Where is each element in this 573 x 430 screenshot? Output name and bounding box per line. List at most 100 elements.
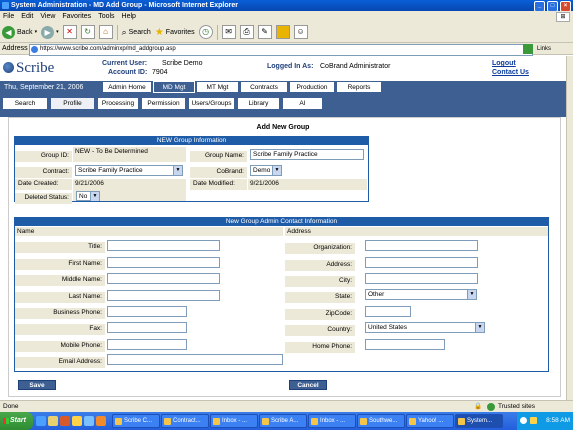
menu-bar: File Edit View Favorites Tools Help: [0, 11, 573, 22]
fax-input[interactable]: [107, 322, 187, 333]
taskbar-item[interactable]: Southwe...: [357, 414, 405, 428]
city-label: City:: [285, 276, 355, 287]
history-icon[interactable]: ◷: [198, 25, 213, 39]
taskbar-item[interactable]: Inbox - ...: [308, 414, 356, 428]
search-button[interactable]: ⌕ Search: [122, 24, 151, 41]
tab-library[interactable]: Library: [237, 97, 280, 110]
address-column-header: Address: [285, 227, 548, 236]
forward-button[interactable]: ▶ ▾: [41, 24, 59, 41]
logout-link[interactable]: Logout: [492, 60, 516, 67]
go-button[interactable]: [523, 44, 533, 54]
group-name-label: Group Name:: [190, 151, 247, 162]
quicklaunch-desktop-icon[interactable]: [84, 416, 94, 426]
business-phone-input[interactable]: [107, 306, 187, 317]
address-input[interactable]: https://www.scribe.com/adminxp/md_addgro…: [29, 44, 533, 56]
tab-users-groups[interactable]: Users/Groups: [188, 97, 235, 110]
middle-name-input[interactable]: [107, 273, 220, 284]
organization-label: Organization:: [285, 243, 355, 254]
window-icon: [311, 418, 318, 425]
tab-permission[interactable]: Permission: [141, 97, 186, 110]
taskbar-item[interactable]: Inbox - ...: [210, 414, 258, 428]
email-address-input[interactable]: [107, 354, 283, 365]
cobrand-select[interactable]: Demo ▼: [250, 165, 282, 176]
quicklaunch-ie-icon[interactable]: [36, 416, 46, 426]
country-select[interactable]: United States ▼: [365, 322, 485, 333]
quicklaunch-app-icon[interactable]: [60, 416, 70, 426]
menu-favorites[interactable]: Favorites: [62, 11, 91, 22]
city-input[interactable]: [365, 273, 478, 284]
tab-search[interactable]: Search: [2, 97, 48, 110]
admin-contact-header: New Group Admin Contact Information: [14, 217, 549, 226]
tray-network-icon[interactable]: [520, 417, 527, 424]
links-button[interactable]: Links: [537, 43, 551, 55]
zone-icon: [487, 403, 495, 411]
vertical-scrollbar[interactable]: [566, 56, 573, 400]
taskbar-item[interactable]: Scribe C...: [112, 414, 160, 428]
home-icon[interactable]: ⌂: [98, 25, 113, 39]
current-user-label: Current User:: [102, 60, 148, 67]
taskbar-item[interactable]: Yahoo! ...: [406, 414, 454, 428]
fax-label: Fax:: [15, 324, 105, 335]
tab-md-mgt[interactable]: MD Mgt: [153, 81, 195, 93]
quicklaunch-folder-icon[interactable]: [48, 416, 58, 426]
window-icon: [409, 418, 416, 425]
home-phone-input[interactable]: [365, 339, 445, 350]
menu-tools[interactable]: Tools: [98, 11, 114, 22]
menu-file[interactable]: File: [3, 11, 14, 22]
address-input[interactable]: [365, 257, 478, 268]
tab-reports[interactable]: Reports: [336, 81, 382, 93]
quicklaunch-firefox-icon[interactable]: [96, 416, 106, 426]
title-input[interactable]: [107, 240, 220, 251]
logo-swirl-icon: [3, 62, 14, 73]
chevron-down-icon: ▾: [34, 29, 38, 35]
edit-icon[interactable]: ✎: [257, 25, 272, 39]
state-select[interactable]: Other ▼: [365, 289, 477, 300]
first-name-input[interactable]: [107, 257, 220, 268]
organization-input[interactable]: [365, 240, 478, 251]
mail-icon[interactable]: ✉: [221, 25, 236, 39]
current-date: Thu, September 21, 2006: [4, 84, 84, 91]
tab-admin-home[interactable]: Admin Home: [102, 81, 152, 93]
menu-help[interactable]: Help: [122, 11, 136, 22]
mobile-phone-input[interactable]: [107, 339, 187, 350]
date-created-value: 9/21/2006: [73, 179, 186, 190]
save-button[interactable]: Save: [18, 380, 56, 390]
address-bar: Address https://www.scribe.com/adminxp/m…: [0, 43, 573, 56]
tab-mt-mgt[interactable]: MT Mgt: [196, 81, 239, 93]
window-icon: [213, 418, 220, 425]
folder-icon[interactable]: [275, 25, 290, 39]
stop-icon[interactable]: ✕: [62, 25, 77, 39]
tray-volume-icon[interactable]: [530, 417, 537, 424]
back-button[interactable]: ◀ Back ▾: [2, 24, 37, 41]
taskbar-item[interactable]: Scribe A...: [259, 414, 307, 428]
taskbar-item-active[interactable]: System...: [455, 414, 503, 428]
tab-production[interactable]: Production: [289, 81, 335, 93]
favorites-button[interactable]: ★ Favorites: [155, 24, 195, 41]
tab-profile[interactable]: Profile: [50, 97, 95, 110]
menu-view[interactable]: View: [40, 11, 55, 22]
contact-us-link[interactable]: Contact Us: [492, 69, 529, 76]
tab-ai[interactable]: AI: [282, 97, 323, 110]
mobile-phone-label: Mobile Phone:: [15, 341, 105, 352]
menu-edit[interactable]: Edit: [21, 11, 33, 22]
windows-logo-icon: ⊞: [556, 12, 570, 22]
window-icon: [115, 418, 122, 425]
contract-select[interactable]: Scribe Family Practice ▼: [75, 165, 183, 176]
messenger-icon[interactable]: ☺: [293, 25, 308, 39]
chevron-down-icon: ▼: [467, 290, 476, 299]
zipcode-input[interactable]: [365, 306, 411, 317]
refresh-icon[interactable]: ↻: [80, 25, 95, 39]
tab-contracts[interactable]: Contracts: [240, 81, 288, 93]
cancel-button[interactable]: Cancel: [289, 380, 327, 390]
quicklaunch-outlook-icon[interactable]: [72, 416, 82, 426]
taskbar-item[interactable]: Contract...: [161, 414, 209, 428]
group-name-input[interactable]: Scribe Family Practice: [250, 149, 364, 160]
group-id-label: Group ID:: [15, 151, 72, 162]
start-button[interactable]: Start: [0, 412, 33, 430]
system-tray: 8:58 AM: [517, 412, 573, 430]
deleted-status-select[interactable]: No ▼: [76, 191, 100, 201]
country-label: Country:: [285, 325, 355, 336]
print-icon[interactable]: ⎙: [239, 25, 254, 39]
tab-processing[interactable]: Processing: [97, 97, 139, 110]
last-name-input[interactable]: [107, 290, 220, 301]
